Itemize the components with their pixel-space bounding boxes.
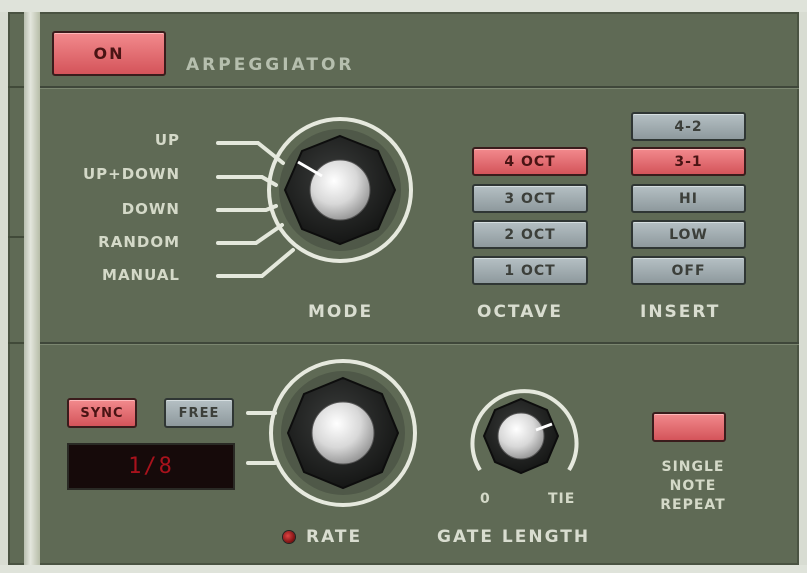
octave-3-button[interactable]: 3 OCT xyxy=(472,184,588,213)
insert-hi-button[interactable]: HI xyxy=(631,184,746,213)
gate-length-knob[interactable] xyxy=(470,389,579,475)
sync-button[interactable]: SYNC xyxy=(67,398,137,428)
gate-length-min-label: 0 xyxy=(480,491,491,507)
insert-low-button[interactable]: LOW xyxy=(631,220,746,249)
single-note-repeat-label-line2: NOTE xyxy=(669,478,717,494)
free-button[interactable]: FREE xyxy=(164,398,234,428)
single-note-repeat-button[interactable] xyxy=(652,412,726,442)
octave-1-button[interactable]: 1 OCT xyxy=(472,256,588,285)
octave-4-button[interactable]: 4 OCT xyxy=(472,147,588,176)
insert-4-2-button[interactable]: 4-2 xyxy=(631,112,746,141)
insert-label: INSERT xyxy=(640,302,721,322)
gate-length-label: GATE LENGTH xyxy=(437,527,591,547)
rate-led-indicator xyxy=(283,531,295,543)
rate-knob[interactable] xyxy=(269,359,417,507)
gate-length-max-label: TIE xyxy=(548,491,576,507)
mode-selector-leads xyxy=(216,141,295,278)
octave-label: OCTAVE xyxy=(477,302,563,322)
arpeggiator-panel: ON ARPEGGIATOR UP UP+DOWN DOWN RANDOM MA… xyxy=(0,0,807,573)
mode-knob[interactable] xyxy=(267,117,413,263)
octave-2-button[interactable]: 2 OCT xyxy=(472,220,588,249)
mode-label: MODE xyxy=(308,302,374,322)
single-note-repeat-label-line3: REPEAT xyxy=(660,497,726,513)
insert-off-button[interactable]: OFF xyxy=(631,256,746,285)
insert-3-1-button[interactable]: 3-1 xyxy=(631,147,746,176)
single-note-repeat-label-line1: SINGLE xyxy=(661,459,725,475)
rate-label: RATE xyxy=(306,527,363,547)
rate-display: 1/8 xyxy=(67,443,235,490)
